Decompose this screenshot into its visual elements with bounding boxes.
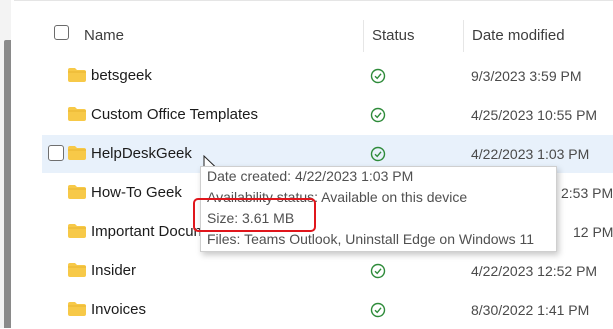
column-separator[interactable]: [463, 20, 464, 52]
date-modified: 4/25/2023 10:55 PM: [471, 107, 598, 123]
folder-icon: [68, 146, 86, 160]
date-modified: 12 PM: [573, 224, 613, 240]
folder-icon: [68, 107, 86, 121]
file-name[interactable]: Important Docun: [91, 223, 202, 240]
date-modified: 4/22/2023 12:52 PM: [471, 263, 598, 279]
list-item[interactable]: betsgeek 9/3/2023 3:59 PM: [42, 57, 613, 95]
list-item[interactable]: Invoices 8/30/2022 1:41 PM: [42, 291, 613, 329]
list-item[interactable]: Insider 4/22/2023 12:52 PM: [42, 252, 613, 290]
tooltip-date-created: Date created: 4/22/2023 1:03 PM: [207, 168, 414, 184]
check-circle-icon: [370, 302, 386, 318]
folder-icon: [68, 263, 86, 277]
check-circle-icon: [370, 107, 386, 123]
check-circle-icon: [370, 68, 386, 84]
scrollbar[interactable]: [4, 40, 11, 328]
column-separator[interactable]: [363, 20, 364, 52]
date-modified: 9/3/2023 3:59 PM: [471, 68, 582, 84]
check-circle-icon: [370, 263, 386, 279]
file-name[interactable]: Custom Office Templates: [91, 106, 258, 123]
date-modified: 2:53 PM: [561, 185, 613, 201]
top-divider: [14, 0, 613, 1]
file-name[interactable]: Insider: [91, 262, 136, 279]
folder-icon: [68, 68, 86, 82]
date-modified: 8/30/2022 1:41 PM: [471, 302, 590, 318]
file-name[interactable]: HelpDeskGeek: [91, 145, 192, 162]
select-all-checkbox[interactable]: [54, 25, 69, 40]
name-column-header[interactable]: Name: [84, 27, 124, 44]
file-name[interactable]: Invoices: [91, 301, 146, 318]
folder-icon: [68, 224, 86, 238]
row-checkbox[interactable]: [48, 145, 64, 161]
status-column-header[interactable]: Status: [372, 27, 415, 44]
date-modified: 4/22/2023 1:03 PM: [471, 146, 590, 162]
check-circle-icon: [370, 146, 386, 162]
tooltip-files: Files: Teams Outlook, Uninstall Edge on …: [207, 231, 535, 247]
size-highlight-box: [193, 198, 316, 232]
date-modified-column-header[interactable]: Date modified: [472, 27, 565, 44]
column-header: Name Status Date modified: [0, 12, 613, 56]
file-name[interactable]: betsgeek: [91, 67, 152, 84]
folder-icon: [68, 302, 86, 316]
file-name[interactable]: How-To Geek: [91, 184, 182, 201]
list-item[interactable]: Custom Office Templates 4/25/2023 10:55 …: [42, 96, 613, 134]
folder-icon: [68, 185, 86, 199]
